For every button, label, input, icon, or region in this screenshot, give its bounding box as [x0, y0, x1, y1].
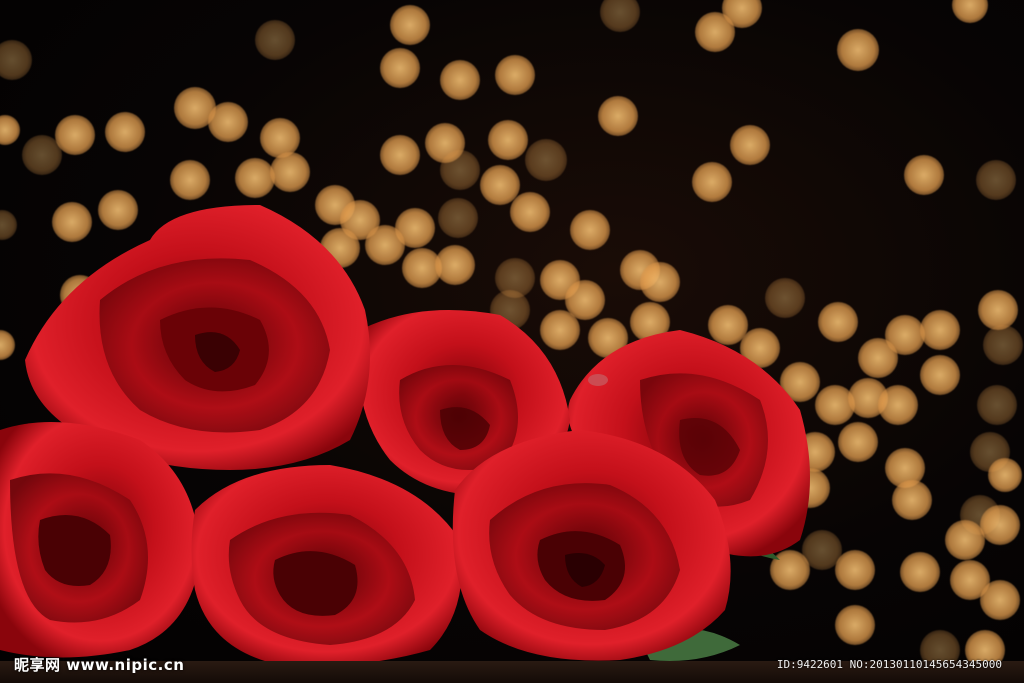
water-drop	[588, 374, 608, 386]
rose-front-middle	[191, 465, 462, 666]
rose-bouquet	[0, 205, 810, 666]
watermark-url: www.nipic.cn	[66, 656, 185, 674]
rose-photo: 昵享网 www.nipic.cn ID:9422601 NO:201301101…	[0, 0, 1024, 683]
watermark-id: ID:9422601 NO:20130110145654345000	[776, 658, 1002, 671]
watermark-site: 昵享网 www.nipic.cn	[14, 654, 184, 675]
watermark-logo-text: 昵享网	[14, 656, 61, 674]
